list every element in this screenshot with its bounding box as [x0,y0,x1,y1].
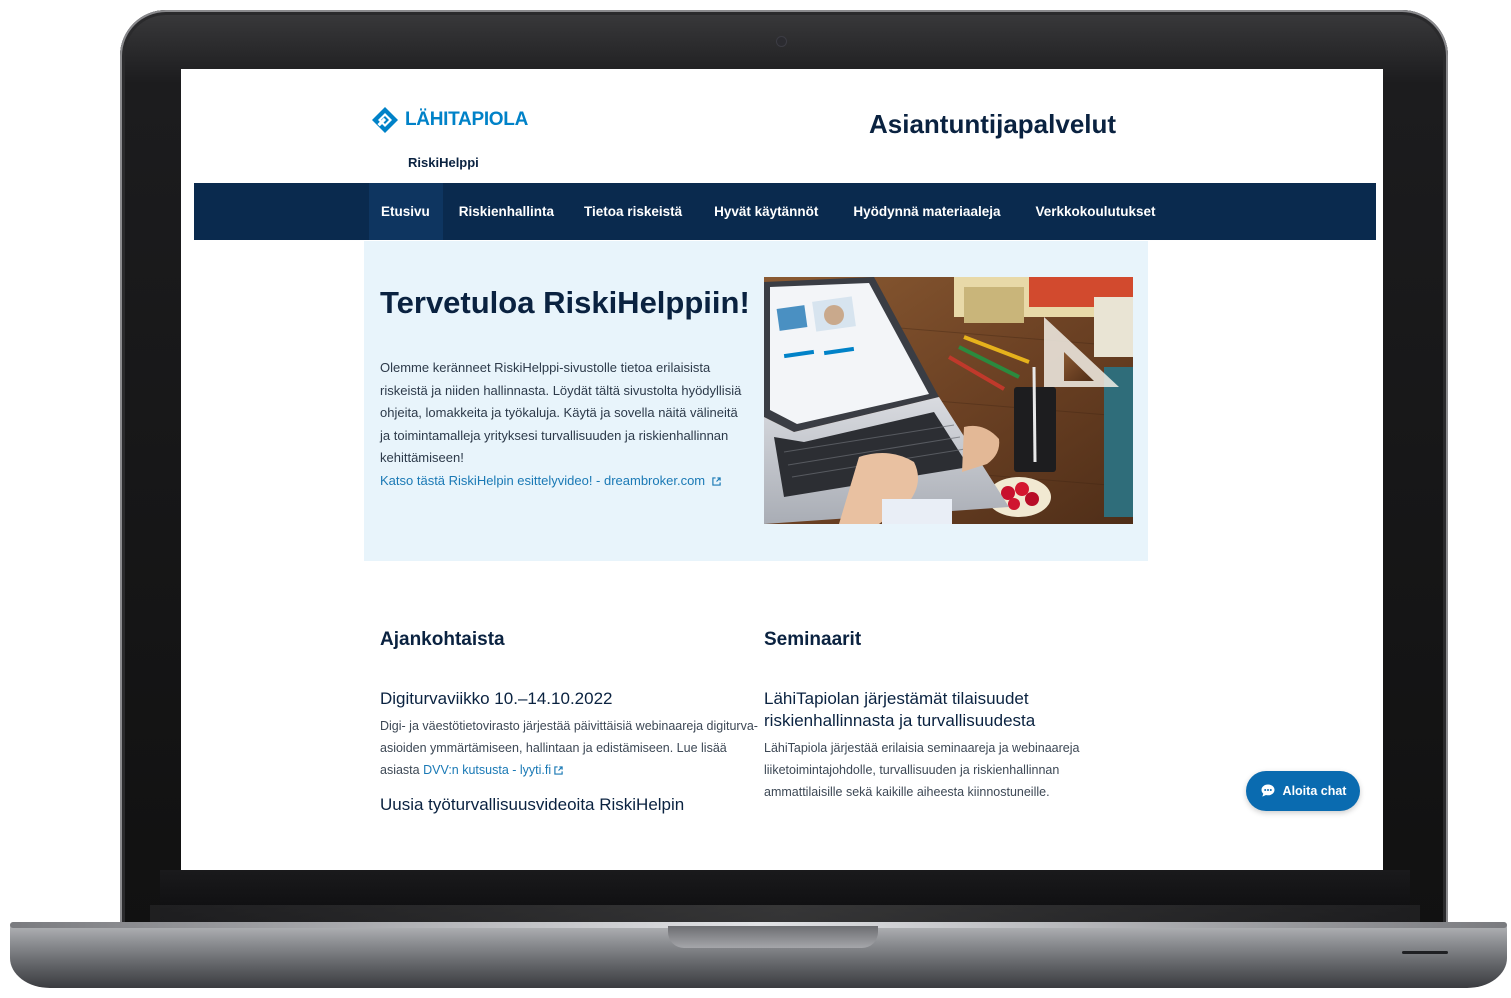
seminar-item-text: LähiTapiola järjestää erilaisia seminaar… [764,741,1080,799]
seminars-column: Seminaarit LähiTapiolan järjestämät tila… [764,629,1134,803]
laptop-opening-notch [668,926,878,948]
nav-item-hyvat-kaytannot[interactable]: Hyvät käytännöt [700,183,832,240]
chat-label: Aloita chat [1282,784,1347,798]
seminar-item-title[interactable]: LähiTapiolan järjestämät tilaisuudet ris… [764,688,1134,732]
brand-logo[interactable]: LÄHITAPIOLA [371,106,528,134]
logo-text: LÄHITAPIOLA [405,109,529,130]
hero-title: Tervetuloa RiskiHelppiin! [380,285,750,320]
site-header: LÄHITAPIOLA RiskiHelppi Asiantuntijapalv… [181,69,1383,183]
site-subtitle[interactable]: RiskiHelppi [408,155,479,170]
nav-item-verkkokoulutukset[interactable]: Verkkokoulutukset [1021,183,1169,240]
nav-item-tietoa-riskeista[interactable]: Tietoa riskeistä [570,183,696,240]
news-heading: Ajankohtaista [380,629,505,650]
seminars-heading: Seminaarit [764,629,862,650]
news-column: Ajankohtaista Digiturvaviikko 10.–14.10.… [380,629,760,815]
laptop-on-desk-photo [764,277,1133,524]
chat-bubble-icon [1261,784,1275,797]
news-item-title[interactable]: Digiturvaviikko 10.–14.10.2022 [380,688,760,710]
nav-item-hyodynna-materiaaleja[interactable]: Hyödynnä materiaaleja [839,183,1014,240]
news-item-title[interactable]: Uusia työturvallisuusvideoita RiskiHelpi… [380,795,760,815]
external-link-icon [712,477,721,486]
start-chat-button[interactable]: Aloita chat [1246,771,1360,811]
hero-image [764,277,1133,524]
webcam [777,37,786,46]
hero-video-link-text[interactable]: Katso tästä RiskiHelpin esittelyvideo! -… [380,473,705,488]
hero-text: Olemme keränneet RiskiHelppi-sivustolle … [380,360,742,465]
nav-item-etusivu[interactable]: Etusivu [369,183,443,240]
nav-list: Etusivu Riskienhallinta Tietoa riskeistä… [369,183,1170,240]
hero-video-link[interactable]: Katso tästä RiskiHelpin esittelyvideo! -… [380,473,721,488]
site-title: Asiantuntijapalvelut [869,109,1117,139]
nav-item-riskienhallinta[interactable]: Riskienhallinta [445,183,568,240]
main-navigation: Etusivu Riskienhallinta Tietoa riskeistä… [194,183,1376,240]
lahitapiola-logo-icon [372,107,398,133]
hero-section: Tervetuloa RiskiHelppiin! Olemme keränne… [364,241,1148,561]
news-item-text: Digi- ja väestötietovirasto järjestää pä… [380,715,760,781]
external-link-icon [554,766,563,775]
browser-screen: LÄHITAPIOLA RiskiHelppi Asiantuntijapalv… [181,69,1383,870]
laptop-side-slot [1402,951,1448,954]
dvv-invite-link[interactable]: DVV:n kutsusta - lyyti.fi [423,763,551,777]
